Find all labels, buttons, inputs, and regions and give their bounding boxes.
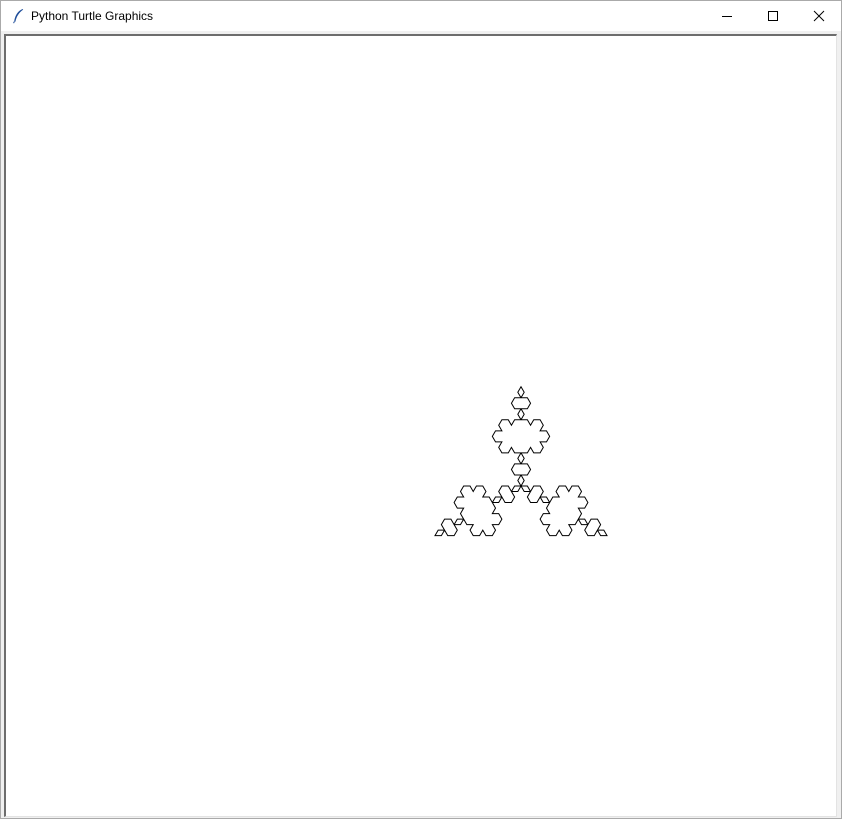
canvas-frame bbox=[4, 34, 837, 817]
minimize-button[interactable] bbox=[704, 1, 750, 31]
window-title: Python Turtle Graphics bbox=[31, 9, 154, 23]
maximize-icon bbox=[768, 11, 778, 21]
maximize-button[interactable] bbox=[750, 1, 796, 31]
close-icon bbox=[813, 10, 825, 22]
feather-icon bbox=[11, 8, 25, 24]
minimize-icon bbox=[722, 16, 732, 17]
title-bar[interactable]: Python Turtle Graphics bbox=[1, 1, 841, 31]
turtle-canvas[interactable] bbox=[6, 36, 836, 816]
close-button[interactable] bbox=[796, 1, 841, 31]
turtle-window: Python Turtle Graphics bbox=[0, 0, 842, 819]
koch-snowflake-drawing bbox=[434, 385, 608, 537]
